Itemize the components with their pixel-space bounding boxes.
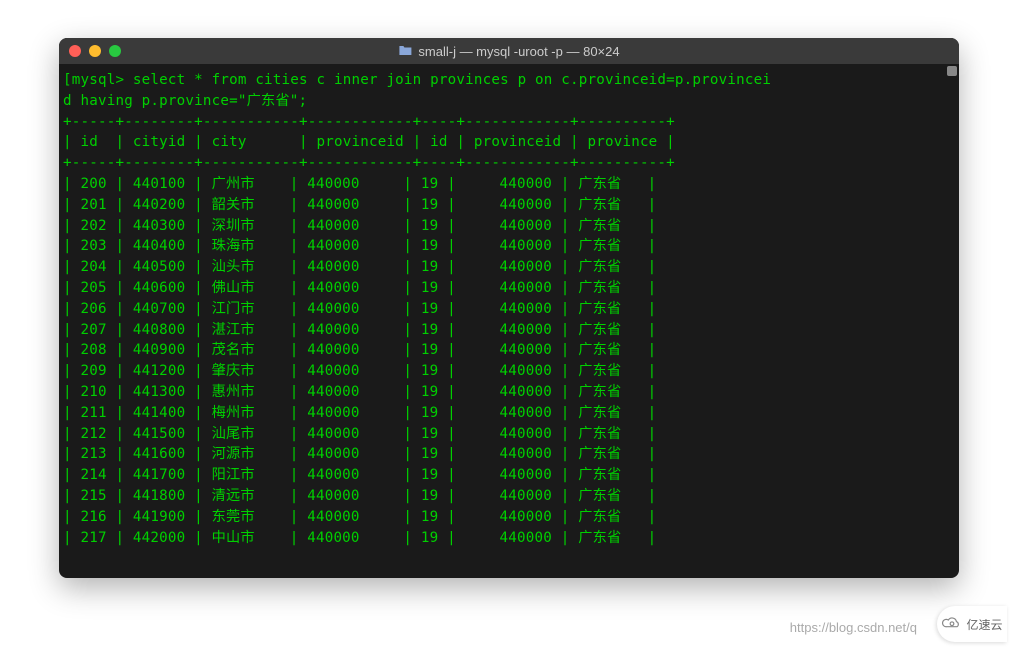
terminal-window: small-j — mysql -uroot -p — 80×24 [mysql… [59, 38, 959, 578]
scrollbar-thumb[interactable] [947, 66, 957, 76]
credit-text: https://blog.csdn.net/q [790, 620, 917, 635]
watermark-text: 亿速云 [966, 616, 1002, 633]
traffic-lights [69, 45, 121, 57]
cloud-icon [941, 616, 963, 633]
window-titlebar[interactable]: small-j — mysql -uroot -p — 80×24 [59, 38, 959, 64]
window-title-text: small-j — mysql -uroot -p — 80×24 [418, 44, 619, 59]
window-title: small-j — mysql -uroot -p — 80×24 [398, 44, 619, 59]
folder-icon [398, 44, 412, 59]
close-button[interactable] [69, 45, 81, 57]
minimize-button[interactable] [89, 45, 101, 57]
maximize-button[interactable] [109, 45, 121, 57]
watermark-badge: 亿速云 [937, 606, 1007, 642]
terminal-output[interactable]: [mysql> select * from cities c inner joi… [59, 64, 959, 578]
